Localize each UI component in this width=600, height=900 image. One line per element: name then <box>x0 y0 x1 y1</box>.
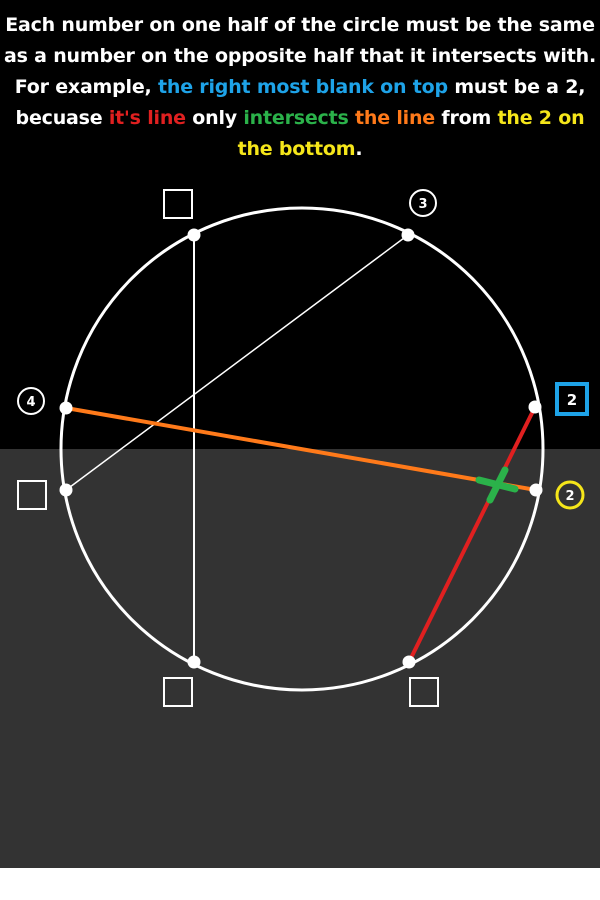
intersection-cross <box>475 466 519 504</box>
top-left-clue: 4 <box>17 387 45 415</box>
top-left-clue-value: 4 <box>26 395 35 410</box>
red-chord <box>407 406 537 663</box>
right-top-box-value: 2 <box>567 391 577 409</box>
puzzle-board: 2 3 4 2 <box>17 189 589 707</box>
endpoint-dot <box>401 228 415 242</box>
endpoint-dot <box>59 401 73 415</box>
top-left-answer-box[interactable] <box>163 189 193 219</box>
orange-chord <box>65 406 537 492</box>
top-right-clue-value: 3 <box>418 197 427 212</box>
endpoint-dot <box>187 228 201 242</box>
endpoint-dot <box>402 655 416 669</box>
endpoint-dot <box>59 483 73 497</box>
puzzle-stage: Each number on one half of the circle mu… <box>0 0 600 900</box>
bottom-right-answer-box[interactable] <box>409 677 439 707</box>
endpoint-dot <box>529 483 543 497</box>
right-bottom-clue-value: 2 <box>565 489 574 504</box>
right-top-answer-box[interactable]: 2 <box>555 382 589 416</box>
diagonal-chord <box>65 234 409 491</box>
left-bottom-answer-box[interactable] <box>17 480 47 510</box>
top-right-clue: 3 <box>409 189 437 217</box>
right-bottom-clue: 2 <box>555 480 585 510</box>
endpoint-dot <box>528 400 542 414</box>
bottom-left-answer-box[interactable] <box>163 677 193 707</box>
endpoint-dot <box>187 655 201 669</box>
